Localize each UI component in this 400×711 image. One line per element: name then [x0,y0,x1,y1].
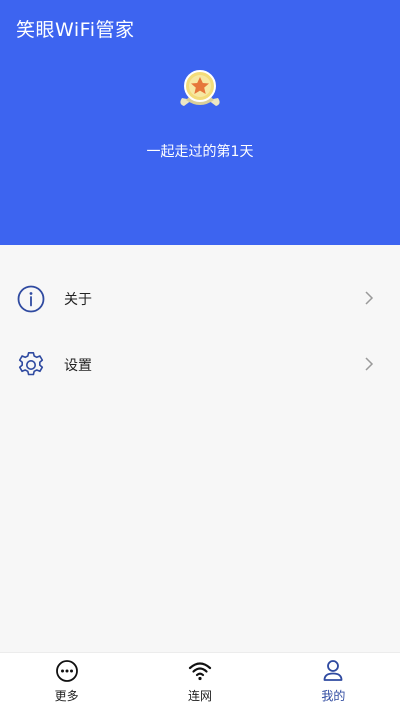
nav-tab-label: 连网 [187,689,212,703]
menu-item-about[interactable]: 关于 [0,265,400,331]
profile-header: 笑眼WiFi管家 一起走过的第1天 [0,0,400,245]
nav-tab-more[interactable]: 更多 [0,653,133,711]
wifi-icon [188,662,212,681]
nav-tab-connect[interactable]: 连网 [133,653,266,711]
menu-item-label: 设置 [64,358,92,374]
chevron-right-icon [365,291,374,305]
gear-icon [18,352,44,376]
bottom-navigation: 更多 连网 我的 [0,652,400,711]
info-icon [17,285,45,313]
chevron-right-icon [365,357,374,371]
user-icon [323,660,343,681]
menu-item-settings[interactable]: 设置 [0,331,400,397]
days-together-text: 一起走过的第1天 [146,144,254,160]
nav-tab-label: 更多 [54,689,79,703]
app-title: 笑眼WiFi管家 [16,19,135,41]
settings-menu: 关于 设置 [0,265,400,397]
nav-tab-mine[interactable]: 我的 [267,653,400,711]
more-dots-icon [55,660,78,682]
nav-tab-label: 我的 [321,689,346,703]
menu-item-label: 关于 [64,292,92,308]
star-medal-icon [180,70,220,106]
